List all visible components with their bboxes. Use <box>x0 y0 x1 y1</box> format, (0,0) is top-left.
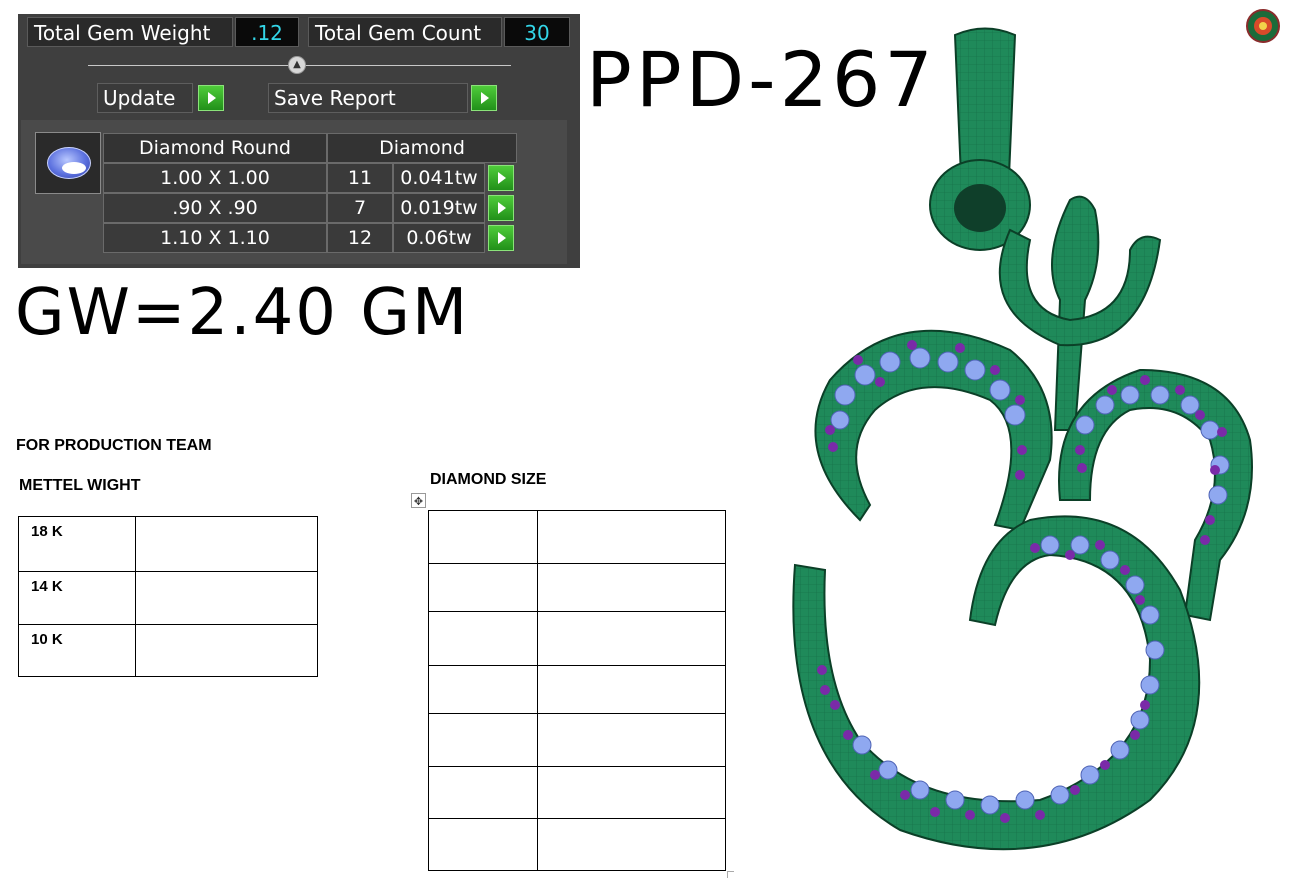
gem-row-play-icon[interactable] <box>488 225 514 251</box>
metal-karat-cell: 10 K <box>18 624 136 677</box>
gem-row-weight: 0.06tw <box>393 223 485 253</box>
diamond-size-cell[interactable] <box>537 510 726 564</box>
gem-row-play-icon[interactable] <box>488 165 514 191</box>
gem-row-count: 12 <box>327 223 393 253</box>
table-move-handle-icon[interactable]: ✥ <box>411 493 426 508</box>
diamond-size-cell[interactable] <box>537 713 726 767</box>
diamond-size-cell[interactable] <box>428 611 538 666</box>
metal-weight-cell[interactable] <box>135 516 318 572</box>
gem-row-size: 1.00 X 1.00 <box>103 163 327 193</box>
diamond-size-cell[interactable] <box>428 665 538 714</box>
diamond-size-cell[interactable] <box>537 611 726 666</box>
table-resize-corner-icon <box>727 871 734 878</box>
metal-weight-table: 18 K 14 K 10 K <box>18 516 318 677</box>
diamond-size-table <box>428 510 726 871</box>
total-gem-count-field[interactable]: 30 <box>504 17 570 47</box>
slider-knob-icon[interactable]: ▲ <box>288 56 306 74</box>
metal-karat-cell: 18 K <box>18 516 136 572</box>
metal-karat-cell: 14 K <box>18 571 136 625</box>
gem-row-count: 7 <box>327 193 393 223</box>
om-trishul-pendant-render <box>792 27 1253 851</box>
gross-weight-label: GW=2.40 GM <box>15 276 470 350</box>
diamond-size-cell[interactable] <box>428 510 538 564</box>
diamond-round-gem-icon <box>35 132 101 194</box>
production-team-heading: FOR PRODUCTION TEAM <box>16 437 212 454</box>
diamond-size-cell[interactable] <box>537 665 726 714</box>
diamond-size-cell[interactable] <box>537 563 726 612</box>
diamond-size-heading: DIAMOND SIZE <box>430 471 547 488</box>
total-gem-weight-label: Total Gem Weight <box>27 17 233 47</box>
total-gem-count-label: Total Gem Count <box>308 17 502 47</box>
diamond-size-cell[interactable] <box>537 766 726 819</box>
gem-row-size: .90 X .90 <box>103 193 327 223</box>
gem-report-panel: Total Gem Weight .12 Total Gem Count 30 … <box>18 14 580 268</box>
diamond-size-cell[interactable] <box>428 818 538 871</box>
gem-row-play-icon[interactable] <box>488 195 514 221</box>
gem-table-header-shape: Diamond Round <box>103 133 327 163</box>
metal-weight-cell[interactable] <box>135 624 318 677</box>
update-button[interactable]: Update <box>97 83 193 113</box>
save-report-play-icon[interactable] <box>471 85 497 111</box>
metal-weight-cell[interactable] <box>135 571 318 625</box>
save-report-button[interactable]: Save Report <box>268 83 468 113</box>
gem-row-count: 11 <box>327 163 393 193</box>
update-play-icon[interactable] <box>198 85 224 111</box>
total-gem-weight-field[interactable]: .12 <box>235 17 299 47</box>
diamond-size-cell[interactable] <box>428 713 538 767</box>
gem-table-header-type: Diamond <box>327 133 517 163</box>
diamond-size-cell[interactable] <box>428 766 538 819</box>
gem-row-weight: 0.019tw <box>393 193 485 223</box>
diamond-size-cell[interactable] <box>537 818 726 871</box>
metal-weight-heading: METTEL WIGHT <box>19 477 141 494</box>
gem-row-weight: 0.041tw <box>393 163 485 193</box>
diamond-size-cell[interactable] <box>428 563 538 612</box>
gem-row-size: 1.10 X 1.10 <box>103 223 327 253</box>
